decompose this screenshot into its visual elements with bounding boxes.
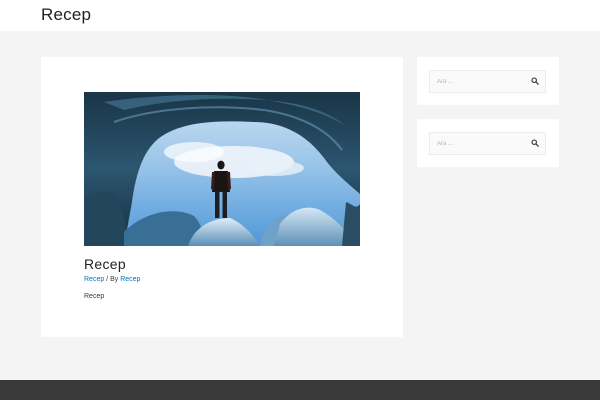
post-title[interactable]: Recep — [84, 256, 126, 272]
post-card: Recep Recep / By Recep Recep — [41, 57, 403, 337]
search-icon[interactable] — [531, 77, 539, 85]
featured-image-link[interactable] — [84, 92, 360, 246]
post-category-link[interactable]: Recep — [84, 276, 104, 283]
search-form — [429, 132, 546, 155]
post-author-link[interactable]: Recep — [120, 276, 140, 283]
search-icon[interactable] — [531, 139, 539, 147]
search-form — [429, 70, 546, 93]
sidebar-search-widget-2 — [417, 119, 559, 167]
post-excerpt: Recep — [84, 293, 105, 300]
meta-separator: / By — [104, 276, 121, 283]
post-meta: Recep / By Recep — [84, 276, 140, 283]
search-input[interactable] — [430, 133, 525, 154]
search-input[interactable] — [430, 71, 525, 92]
site-header: Recep — [0, 0, 600, 31]
site-footer — [0, 380, 600, 400]
site-title-link[interactable]: Recep — [41, 5, 91, 25]
ice-cave-photo — [84, 92, 360, 246]
sidebar-search-widget-1 — [417, 57, 559, 105]
